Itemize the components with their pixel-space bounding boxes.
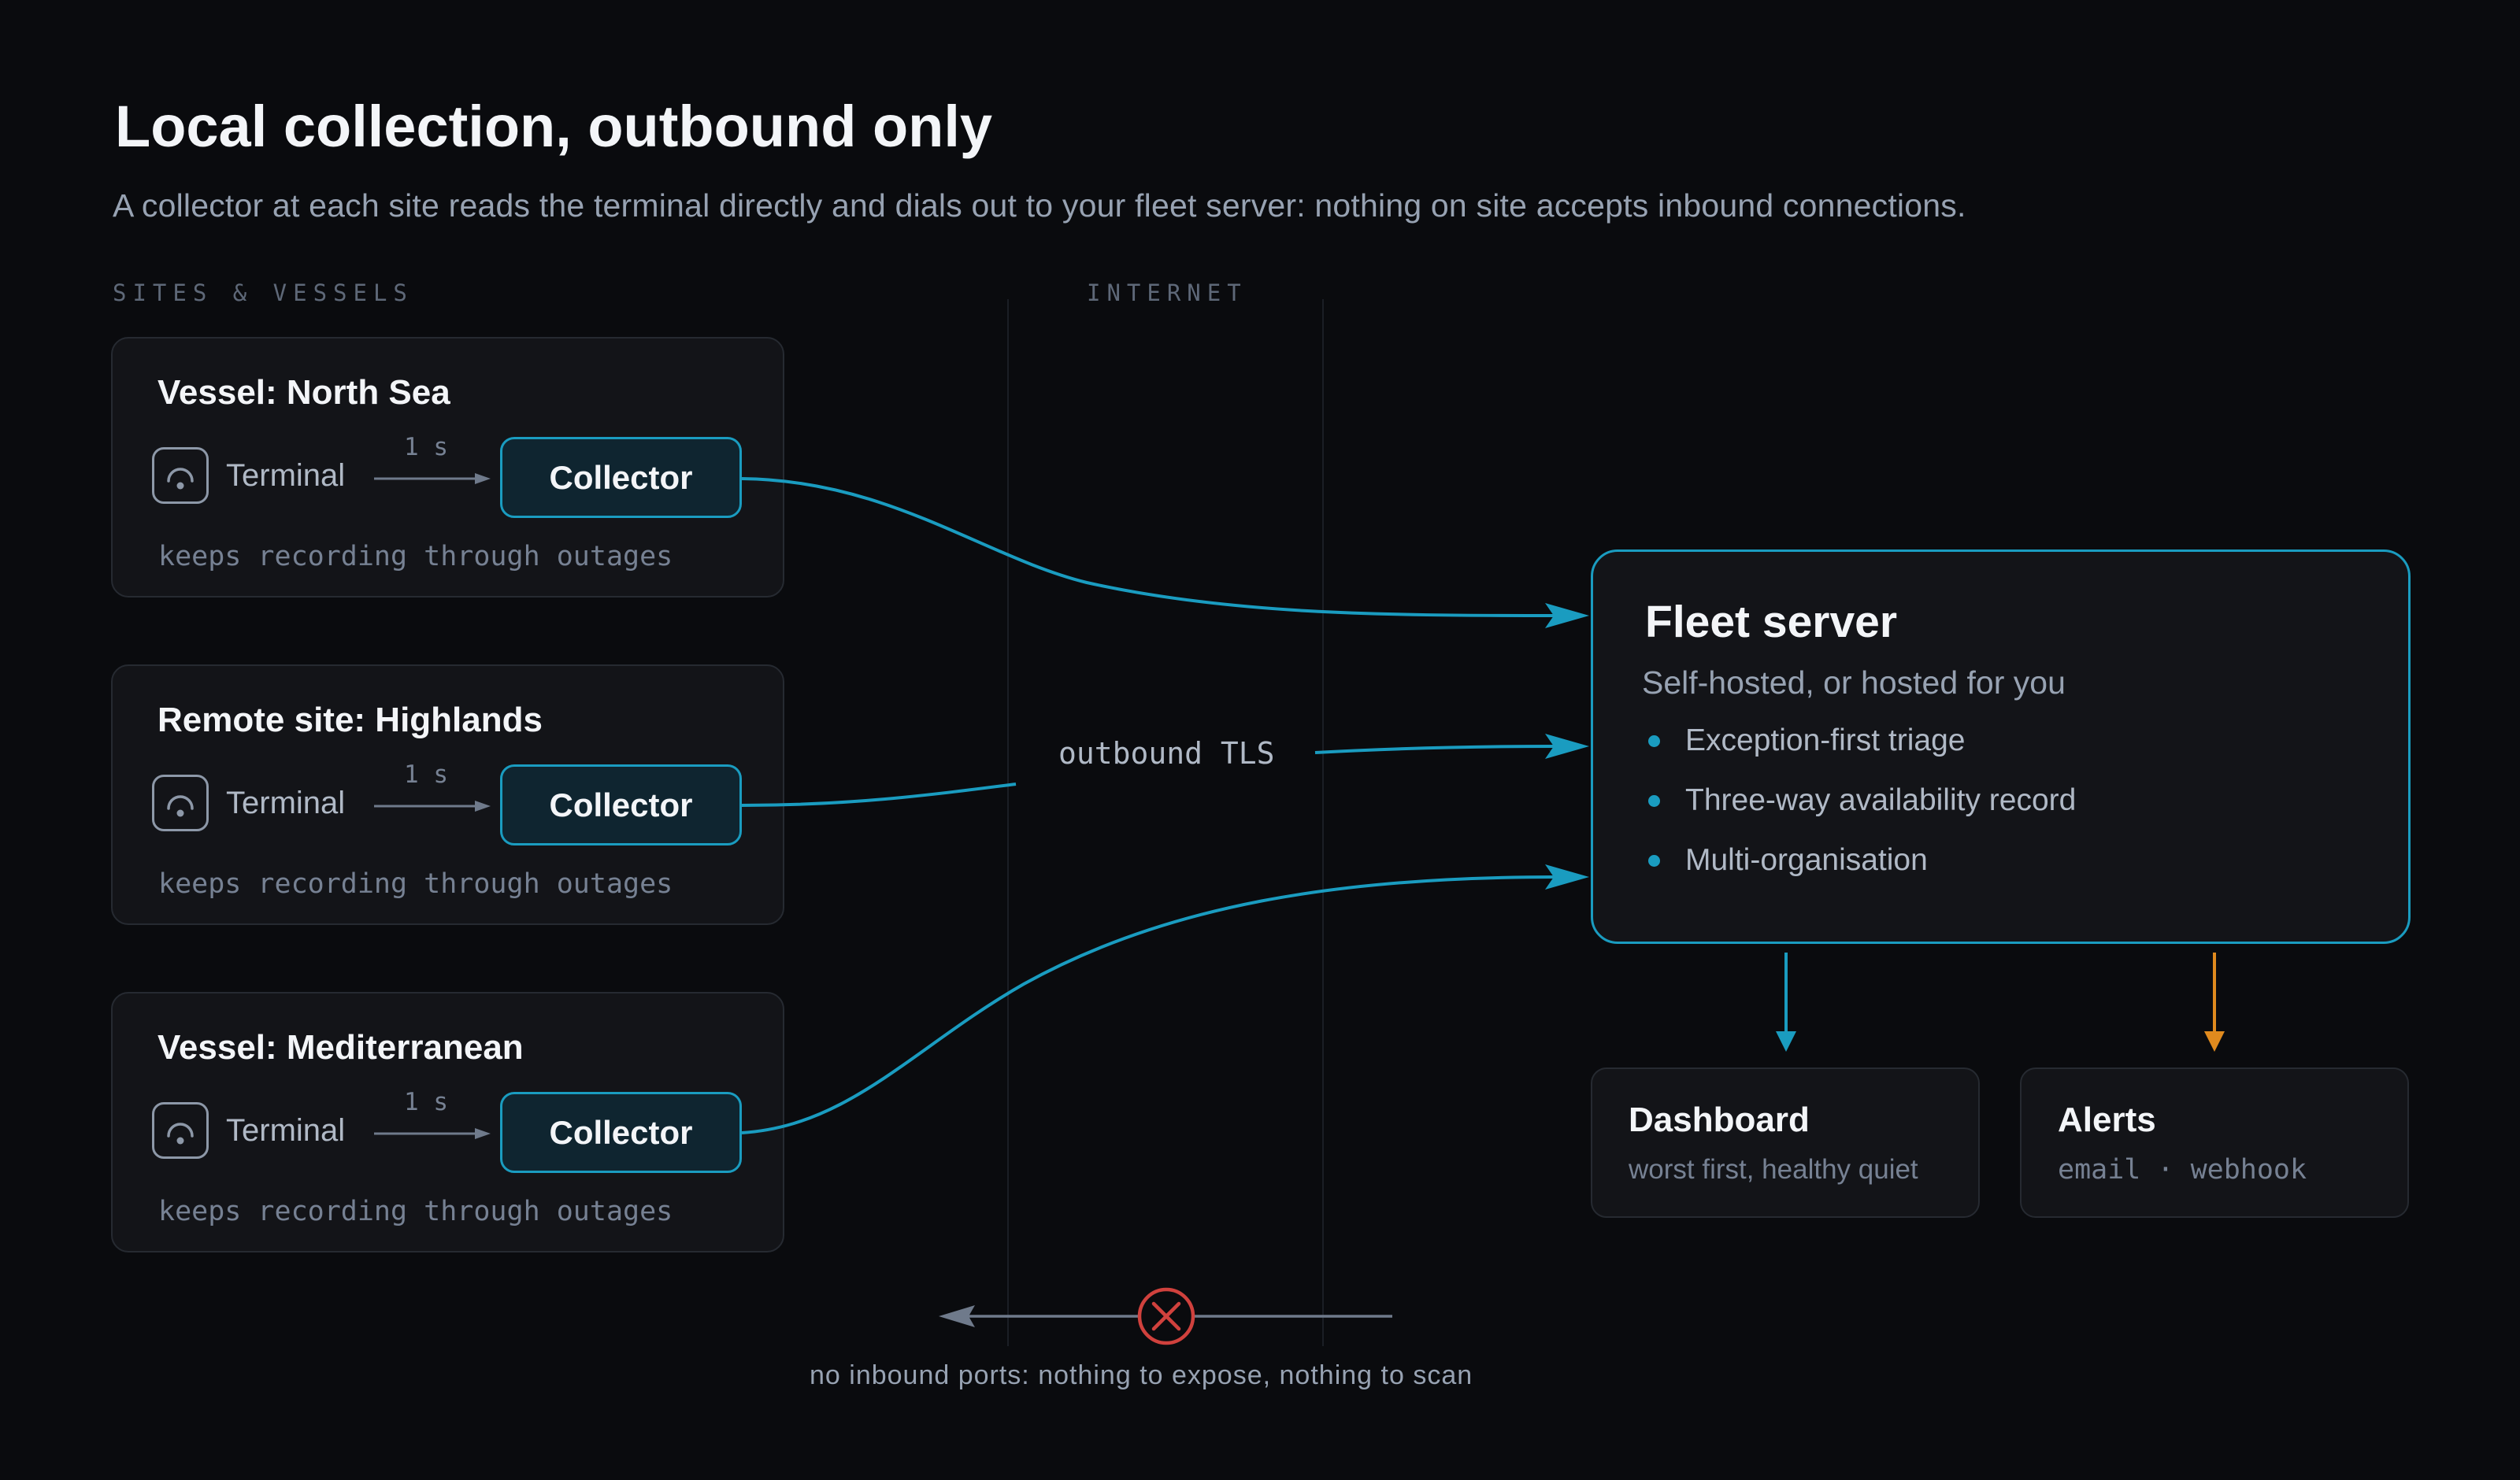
outbound-tls-label: outbound TLS [1058, 736, 1275, 771]
fleet-to-alerts-arrowhead [2204, 1031, 2225, 1052]
link-north-sea [741, 477, 1556, 617]
dashboard-title: Dashboard [1629, 1101, 1810, 1139]
bullet-icon [1648, 854, 1660, 867]
dashboard-card: Dashboard worst first, healthy quiet [1591, 1067, 1980, 1218]
link-highlands-b [1314, 745, 1556, 754]
link-mediterranean [741, 875, 1556, 1134]
blocked-x-icon [1137, 1287, 1195, 1345]
fleet-to-dashboard-arrowhead [1776, 1031, 1796, 1052]
feature-item: Three-way availability record [1642, 783, 2076, 818]
feature-item: Exception-first triage [1642, 723, 1965, 758]
feature-label: Multi-organisation [1685, 843, 1928, 877]
bullet-icon [1648, 734, 1660, 747]
alerts-card: Alerts email · webhook [2020, 1067, 2409, 1218]
no-inbound-label: no inbound ports: nothing to expose, not… [810, 1360, 1473, 1390]
feature-item: Multi-organisation [1642, 843, 1928, 878]
feature-label: Three-way availability record [1685, 783, 2077, 817]
link-highlands-a [741, 783, 1017, 807]
bullet-icon [1648, 794, 1660, 807]
dashboard-subtitle: worst first, healthy quiet [1629, 1154, 1918, 1185]
fleet-server-card: Fleet server Self-hosted, or hosted for … [1591, 549, 2411, 944]
alerts-title: Alerts [2058, 1101, 2156, 1139]
alerts-subtitle: email · webhook [2058, 1154, 2307, 1186]
feature-label: Exception-first triage [1685, 723, 1966, 757]
fleet-server-subtitle: Self-hosted, or hosted for you [1642, 664, 2066, 701]
fleet-server-title: Fleet server [1645, 597, 1898, 647]
